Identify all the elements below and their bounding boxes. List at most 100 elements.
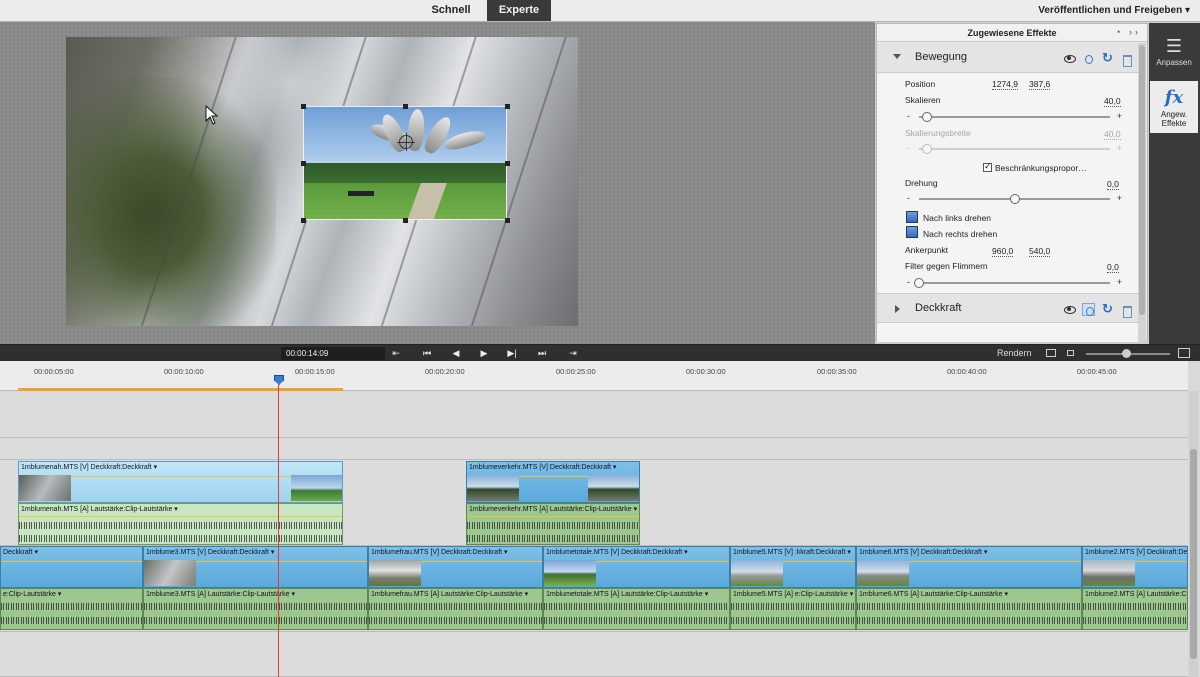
audio-clip[interactable]: 1mblume2.MTS [A] Lautstärke:Clip-Lautstä… bbox=[1082, 588, 1188, 630]
publish-share-button[interactable]: Veröffentlichen und Freigeben ▾ bbox=[1038, 0, 1190, 21]
scale-value[interactable]: 40,0 bbox=[1104, 96, 1121, 107]
audio-clip[interactable]: 1mblumetotale.MTS [A] Lautstärke:Clip-La… bbox=[543, 588, 730, 630]
slider-track[interactable] bbox=[919, 282, 1110, 284]
slider-minus-icon[interactable]: - bbox=[907, 193, 910, 203]
position-x-value[interactable]: 1274,9 bbox=[992, 79, 1018, 90]
transform-handle[interactable] bbox=[505, 218, 510, 223]
empty-track[interactable] bbox=[0, 438, 1188, 460]
render-button[interactable]: Rendern bbox=[997, 348, 1032, 358]
rotate-right-button[interactable]: Nach rechts drehen bbox=[923, 229, 997, 239]
step-back-button[interactable]: ◀ bbox=[448, 347, 464, 360]
transform-handle[interactable] bbox=[403, 218, 408, 223]
panel-scrollbar[interactable] bbox=[1138, 43, 1146, 342]
constrain-proportions-checkbox[interactable] bbox=[983, 161, 992, 172]
reset-icon[interactable] bbox=[1101, 301, 1114, 317]
video-clip[interactable]: 1mblume6.MTS [V] Deckkraft:Deckkraft ▾ bbox=[856, 546, 1082, 588]
slider-knob[interactable] bbox=[914, 278, 924, 288]
transform-handle[interactable] bbox=[301, 104, 306, 109]
position-y-value[interactable]: 387,6 bbox=[1029, 79, 1051, 90]
audio-clip[interactable]: 1mblumeverkehr.MTS [A] Lautstärke:Clip-L… bbox=[466, 503, 640, 545]
slider-track[interactable] bbox=[919, 116, 1110, 118]
visibility-eye-icon[interactable] bbox=[1063, 52, 1076, 65]
visibility-eye-icon[interactable] bbox=[1063, 303, 1076, 316]
flicker-filter-slider[interactable]: - + bbox=[907, 277, 1122, 288]
keyframe-drop-icon[interactable] bbox=[1082, 52, 1095, 65]
expand-arrow-icon[interactable] bbox=[895, 305, 900, 313]
video-clip[interactable]: 1mblumenah.MTS [V] Deckkraft:Deckkraft ▾ bbox=[18, 461, 343, 503]
video-clip[interactable]: 1mblume2.MTS [V] Deckkraft:Deckkraft ▾ bbox=[1082, 546, 1188, 588]
timeline-scrollbar[interactable] bbox=[1189, 391, 1198, 677]
rotation-slider[interactable]: - + bbox=[907, 193, 1122, 204]
slider-knob[interactable] bbox=[921, 112, 932, 122]
audio-clip[interactable]: 1mblume3.MTS [A] Lautstärke:Clip-Lautstä… bbox=[143, 588, 368, 630]
rotate-left-button[interactable]: Nach links drehen bbox=[923, 213, 991, 223]
slider-minus-icon[interactable]: - bbox=[907, 111, 910, 121]
step-forward-button[interactable]: ▶| bbox=[504, 347, 520, 360]
empty-track[interactable] bbox=[0, 392, 1188, 438]
anchor-y-value[interactable]: 540,0 bbox=[1029, 246, 1051, 257]
slider-minus-icon[interactable]: - bbox=[907, 277, 910, 287]
panel-menu-icon[interactable]: ◔ ›› bbox=[1115, 27, 1141, 37]
slider-plus-icon[interactable]: + bbox=[1117, 193, 1122, 203]
tab-experte[interactable]: Experte bbox=[487, 0, 551, 21]
audio-clip[interactable]: 1mblume6.MTS [A] Lautstärke:Clip-Lautstä… bbox=[856, 588, 1082, 630]
zoom-in-icon[interactable] bbox=[1178, 348, 1190, 358]
work-area-bar[interactable] bbox=[18, 388, 343, 391]
volume-line[interactable] bbox=[467, 516, 639, 517]
reset-icon[interactable] bbox=[1101, 50, 1114, 66]
goto-start-button[interactable]: ⏮ bbox=[419, 347, 435, 360]
goto-end-button[interactable]: ⏭ bbox=[534, 347, 550, 360]
play-button[interactable]: ▶ bbox=[476, 347, 492, 360]
clip-title: 1mblume5.MTS [A] e:Clip-Lautstärke ▾ bbox=[733, 591, 854, 598]
video-clip[interactable]: 1mblumefrau.MTS [V] Deckkraft:Deckkraft … bbox=[368, 546, 543, 588]
preview-monitor[interactable] bbox=[0, 22, 875, 344]
motion-section-header[interactable]: Bewegung bbox=[877, 43, 1139, 73]
collapse-arrow-icon[interactable] bbox=[893, 54, 901, 59]
anchor-x-value[interactable]: 960,0 bbox=[992, 246, 1014, 257]
picture-in-picture-clip[interactable] bbox=[303, 106, 507, 220]
transform-handle[interactable] bbox=[301, 161, 306, 166]
trash-icon[interactable] bbox=[1120, 303, 1133, 318]
goto-out-point-button[interactable]: ⇥ bbox=[565, 347, 581, 360]
slider-plus-icon[interactable]: + bbox=[1117, 277, 1122, 287]
applied-effects-button[interactable]: fx Angew. Effekte bbox=[1150, 81, 1198, 133]
audio-clip[interactable]: 1mblumefrau.MTS [A] Lautstärke:Clip-Laut… bbox=[368, 588, 543, 630]
timeline[interactable]: 00:00:05:00 00:00:10:00 00:00:15:00 00:0… bbox=[0, 361, 1200, 677]
slider-plus-icon[interactable]: + bbox=[1117, 111, 1122, 121]
scale-slider[interactable]: - + bbox=[907, 111, 1122, 122]
time-ruler[interactable]: 00:00:05:00 00:00:10:00 00:00:15:00 00:0… bbox=[0, 361, 1188, 391]
scrollbar-thumb[interactable] bbox=[1139, 45, 1145, 315]
adjust-button[interactable]: ☰ Anpassen bbox=[1150, 29, 1198, 81]
volume-line[interactable] bbox=[19, 516, 342, 517]
audio-clip[interactable]: 1mblumenah.MTS [A] Lautstärke:Clip-Lauts… bbox=[18, 503, 343, 545]
rotate-right-icon[interactable] bbox=[906, 226, 918, 238]
tab-schnell[interactable]: Schnell bbox=[420, 0, 482, 21]
video-clip[interactable]: 1mblume3.MTS [V] Deckkraft:Deckkraft ▾ bbox=[143, 546, 368, 588]
empty-track[interactable] bbox=[0, 632, 1188, 677]
transform-handle[interactable] bbox=[505, 161, 510, 166]
audio-clip[interactable]: e:Clip-Lautstärke ▾ bbox=[0, 588, 143, 630]
scrollbar-thumb[interactable] bbox=[1190, 449, 1197, 659]
rotation-value[interactable]: 0,0 bbox=[1107, 179, 1119, 190]
timecode-display[interactable]: 00:00:14:09 bbox=[281, 347, 385, 360]
transform-handle[interactable] bbox=[301, 218, 306, 223]
flicker-filter-value[interactable]: 0,0 bbox=[1107, 262, 1119, 273]
video-clip[interactable]: 1mblume5.MTS [V] :kkraft:Deckkraft ▾ bbox=[730, 546, 856, 588]
slider-knob[interactable] bbox=[1009, 194, 1020, 204]
opacity-line[interactable] bbox=[1, 561, 142, 562]
zoom-knob[interactable] bbox=[1122, 349, 1131, 358]
opacity-section-header[interactable]: Deckkraft bbox=[877, 293, 1139, 323]
video-clip[interactable]: 1mblumetotale.MTS [V] Deckkraft:Deckkraf… bbox=[543, 546, 730, 588]
audio-clip[interactable]: 1mblume5.MTS [A] e:Clip-Lautstärke ▾ bbox=[730, 588, 856, 630]
goto-in-point-button[interactable]: ⇤ bbox=[388, 347, 404, 360]
keyframe-drop-icon[interactable] bbox=[1082, 302, 1095, 316]
zoom-out-icon[interactable] bbox=[1067, 350, 1074, 356]
rotate-left-icon[interactable] bbox=[906, 211, 918, 223]
video-clip[interactable]: 1mblumeverkehr.MTS [V] Deckkraft:Deckkra… bbox=[466, 461, 640, 503]
anchor-crosshair-icon[interactable] bbox=[397, 133, 415, 151]
video-clip[interactable]: Deckkraft ▾ bbox=[0, 546, 143, 588]
transform-handle[interactable] bbox=[505, 104, 510, 109]
timeline-view-icon[interactable] bbox=[1046, 349, 1056, 357]
transform-handle[interactable] bbox=[403, 104, 408, 109]
trash-icon[interactable] bbox=[1120, 52, 1133, 67]
